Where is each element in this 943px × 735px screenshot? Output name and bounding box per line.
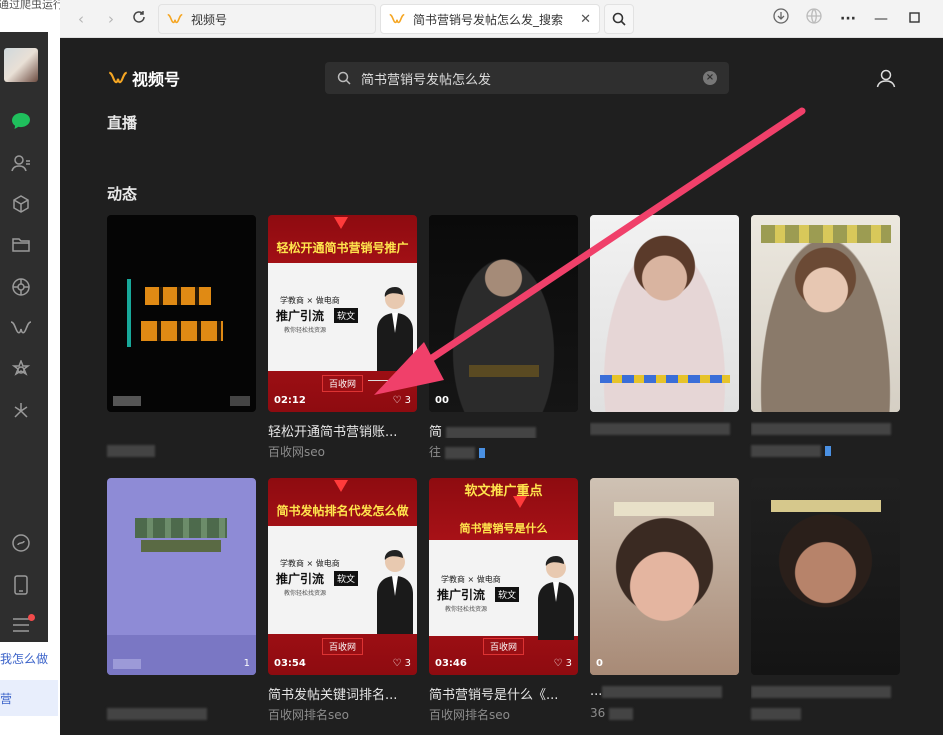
- box-icon[interactable]: [10, 193, 32, 215]
- avatar[interactable]: [4, 48, 38, 82]
- wechat-sidebar: [0, 32, 48, 642]
- moments-icon[interactable]: [10, 276, 32, 298]
- search-icon[interactable]: [604, 4, 634, 34]
- more-icon[interactable]: ···: [837, 8, 859, 30]
- tab-search[interactable]: 简书营销号发帖怎么发_搜索 ✕: [380, 4, 600, 34]
- channels-logo-icon: [389, 13, 405, 24]
- close-icon[interactable]: ✕: [580, 12, 591, 27]
- back-icon[interactable]: ‹: [70, 8, 92, 30]
- browser-toolbar: ‹ › 视频号 简书营销号发帖怎么发_搜索 ✕ ··· —: [60, 0, 943, 38]
- download-icon[interactable]: [770, 8, 792, 30]
- globe-icon[interactable]: [803, 8, 825, 30]
- tab-channels[interactable]: 视频号: [158, 4, 376, 34]
- maximize-icon[interactable]: [903, 8, 925, 30]
- notification-dot: [28, 614, 35, 621]
- search-feature-icon[interactable]: [10, 400, 32, 422]
- background-link[interactable]: 营: [0, 690, 12, 707]
- forward-icon[interactable]: ›: [100, 8, 122, 30]
- annotation-arrow: [374, 107, 806, 395]
- folder-icon[interactable]: [10, 234, 32, 256]
- minimize-icon[interactable]: —: [870, 8, 892, 30]
- background-text: 通过爬虫运行: [0, 0, 64, 11]
- tab-label: 简书营销号发帖怎么发_搜索: [413, 12, 564, 27]
- screen: 通过爬虫运行 我怎么做 营 ‹ › 视频号 简书营销号发帖怎么发_搜索 ✕ ··…: [0, 0, 943, 735]
- contacts-icon[interactable]: [10, 152, 32, 174]
- phone-icon[interactable]: [10, 574, 32, 596]
- discover-icon[interactable]: [10, 359, 32, 381]
- background-link[interactable]: 我怎么做: [0, 650, 48, 667]
- chat-icon[interactable]: [10, 110, 32, 132]
- channels-icon[interactable]: [10, 317, 32, 339]
- miniprogram-icon[interactable]: [10, 532, 32, 554]
- channels-logo-icon: [167, 13, 183, 24]
- tab-label: 视频号: [191, 12, 228, 27]
- reload-icon[interactable]: [128, 8, 150, 30]
- channels-app: 视频号 简书营销号发帖怎么发 × 直播 动态 轻松开通简书营销号推广 学教商 ×…: [60, 38, 943, 735]
